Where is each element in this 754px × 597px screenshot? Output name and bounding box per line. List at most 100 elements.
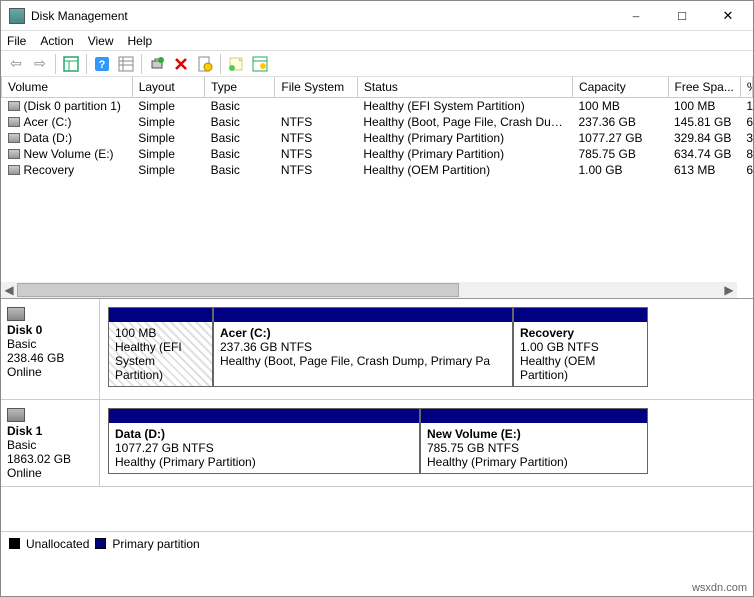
disk-icon (7, 408, 25, 422)
cell: Healthy (OEM Partition) (357, 162, 572, 178)
volume-icon (8, 133, 20, 143)
col-free[interactable]: Free Spa... (668, 77, 740, 97)
volume-icon (8, 101, 20, 111)
partition[interactable]: New Volume (E:)785.75 GB NTFSHealthy (Pr… (420, 408, 648, 474)
disk-name: Disk 1 (7, 424, 93, 438)
toolbar-separator (86, 54, 87, 74)
disk-kind: Basic (7, 438, 93, 452)
menu-action[interactable]: Action (40, 34, 73, 48)
toolbar: ⇦ ⇨ ? (1, 51, 753, 77)
cell: 8 (740, 146, 752, 162)
partition[interactable]: Data (D:)1077.27 GB NTFSHealthy (Primary… (108, 408, 420, 474)
partition-size: 237.36 GB NTFS (220, 340, 312, 354)
list-view-button[interactable] (115, 53, 137, 75)
partition-stripe (109, 308, 212, 322)
cell: Simple (132, 114, 204, 130)
partition-stripe (109, 409, 419, 423)
forward-button[interactable]: ⇨ (29, 53, 51, 75)
partition-size: 100 MB (115, 326, 156, 340)
scroll-left-icon[interactable]: ◀ (1, 283, 17, 297)
maximize-button[interactable]: □ (659, 1, 705, 30)
partition[interactable]: Recovery1.00 GB NTFSHealthy (OEM Partiti… (513, 307, 648, 387)
partition-title: New Volume (E:) (427, 427, 521, 441)
col-capacity[interactable]: Capacity (573, 77, 669, 97)
col-status[interactable]: Status (357, 77, 572, 97)
menu-help[interactable]: Help (128, 34, 153, 48)
cell: 3 (740, 130, 752, 146)
disk-row: Disk 1Basic1863.02 GBOnlineData (D:)1077… (1, 400, 753, 487)
legend-primary: Primary partition (112, 537, 199, 551)
cell: Healthy (Boot, Page File, Crash Dum... (357, 114, 572, 130)
scroll-right-icon[interactable]: ▶ (721, 283, 737, 297)
col-layout[interactable]: Layout (132, 77, 204, 97)
legend-swatch-unallocated (9, 538, 20, 549)
col-volume[interactable]: Volume (2, 77, 133, 97)
show-pane-button[interactable] (60, 53, 82, 75)
horizontal-scrollbar[interactable]: ◀ ▶ (1, 282, 737, 298)
cell: Basic (205, 130, 275, 146)
table-row[interactable]: New Volume (E:)SimpleBasicNTFSHealthy (P… (2, 146, 753, 162)
col-pct[interactable]: % (740, 77, 752, 97)
partition-status: Healthy (OEM Partition) (520, 354, 595, 382)
cell: NTFS (275, 114, 357, 130)
table-row[interactable]: Data (D:)SimpleBasicNTFSHealthy (Primary… (2, 130, 753, 146)
scrollbar-thumb[interactable] (17, 283, 459, 297)
toolbar-separator (55, 54, 56, 74)
cell: Healthy (Primary Partition) (357, 146, 572, 162)
partition[interactable]: Acer (C:)237.36 GB NTFSHealthy (Boot, Pa… (213, 307, 513, 387)
cell: 1077.27 GB (573, 130, 669, 146)
delete-button[interactable] (170, 53, 192, 75)
legend-swatch-primary (95, 538, 106, 549)
menubar: File Action View Help (1, 31, 753, 51)
partition-stripe (214, 308, 512, 322)
help-button[interactable]: ? (91, 53, 113, 75)
footer-watermark: wsxdn.com (686, 580, 753, 596)
column-headers[interactable]: Volume Layout Type File System Status Ca… (2, 77, 753, 97)
cell: New Volume (E:) (2, 146, 133, 162)
volume-list[interactable]: Volume Layout Type File System Status Ca… (1, 77, 753, 299)
menu-view[interactable]: View (88, 34, 114, 48)
cell: Simple (132, 130, 204, 146)
volume-icon (8, 117, 20, 127)
close-button[interactable]: ✕ (705, 1, 751, 30)
cell: NTFS (275, 130, 357, 146)
cell: 6 (740, 162, 752, 178)
cell: NTFS (275, 146, 357, 162)
partition-stripe (514, 308, 647, 322)
new-button[interactable] (225, 53, 247, 75)
partition-size: 785.75 GB NTFS (427, 441, 519, 455)
cell: Data (D:) (2, 130, 133, 146)
back-button[interactable]: ⇦ (5, 53, 27, 75)
refresh-button[interactable] (146, 53, 168, 75)
volume-icon (8, 149, 20, 159)
partition-size: 1.00 GB NTFS (520, 340, 599, 354)
disk-partitions: Data (D:)1077.27 GB NTFSHealthy (Primary… (100, 400, 753, 486)
disk-graphical-view[interactable]: Disk 0Basic238.46 GBOnline100 MBHealthy … (1, 299, 753, 531)
disk-icon (7, 307, 25, 321)
table-row[interactable]: (Disk 0 partition 1)SimpleBasicHealthy (… (2, 97, 753, 114)
cell: Basic (205, 162, 275, 178)
volume-icon (8, 165, 20, 175)
cell: Basic (205, 97, 275, 114)
cell: Basic (205, 114, 275, 130)
disk-state: Online (7, 466, 93, 480)
toolbar-separator (220, 54, 221, 74)
disk-label[interactable]: Disk 1Basic1863.02 GBOnline (1, 400, 100, 486)
col-type[interactable]: Type (205, 77, 275, 97)
table-row[interactable]: RecoverySimpleBasicNTFSHealthy (OEM Part… (2, 162, 753, 178)
table-row[interactable]: Acer (C:)SimpleBasicNTFSHealthy (Boot, P… (2, 114, 753, 130)
disk-label[interactable]: Disk 0Basic238.46 GBOnline (1, 299, 100, 399)
cell: Simple (132, 146, 204, 162)
cell: Simple (132, 97, 204, 114)
settings-button[interactable] (249, 53, 271, 75)
menu-file[interactable]: File (7, 34, 26, 48)
partition-title: Recovery (520, 326, 574, 340)
partition[interactable]: 100 MBHealthy (EFI System Partition) (108, 307, 213, 387)
minimize-button[interactable]: – (613, 1, 659, 30)
cell: 6 (740, 114, 752, 130)
window-title: Disk Management (31, 9, 613, 23)
col-filesystem[interactable]: File System (275, 77, 357, 97)
properties-button[interactable] (194, 53, 216, 75)
partition-stripe (421, 409, 647, 423)
cell: 1 (740, 97, 752, 114)
